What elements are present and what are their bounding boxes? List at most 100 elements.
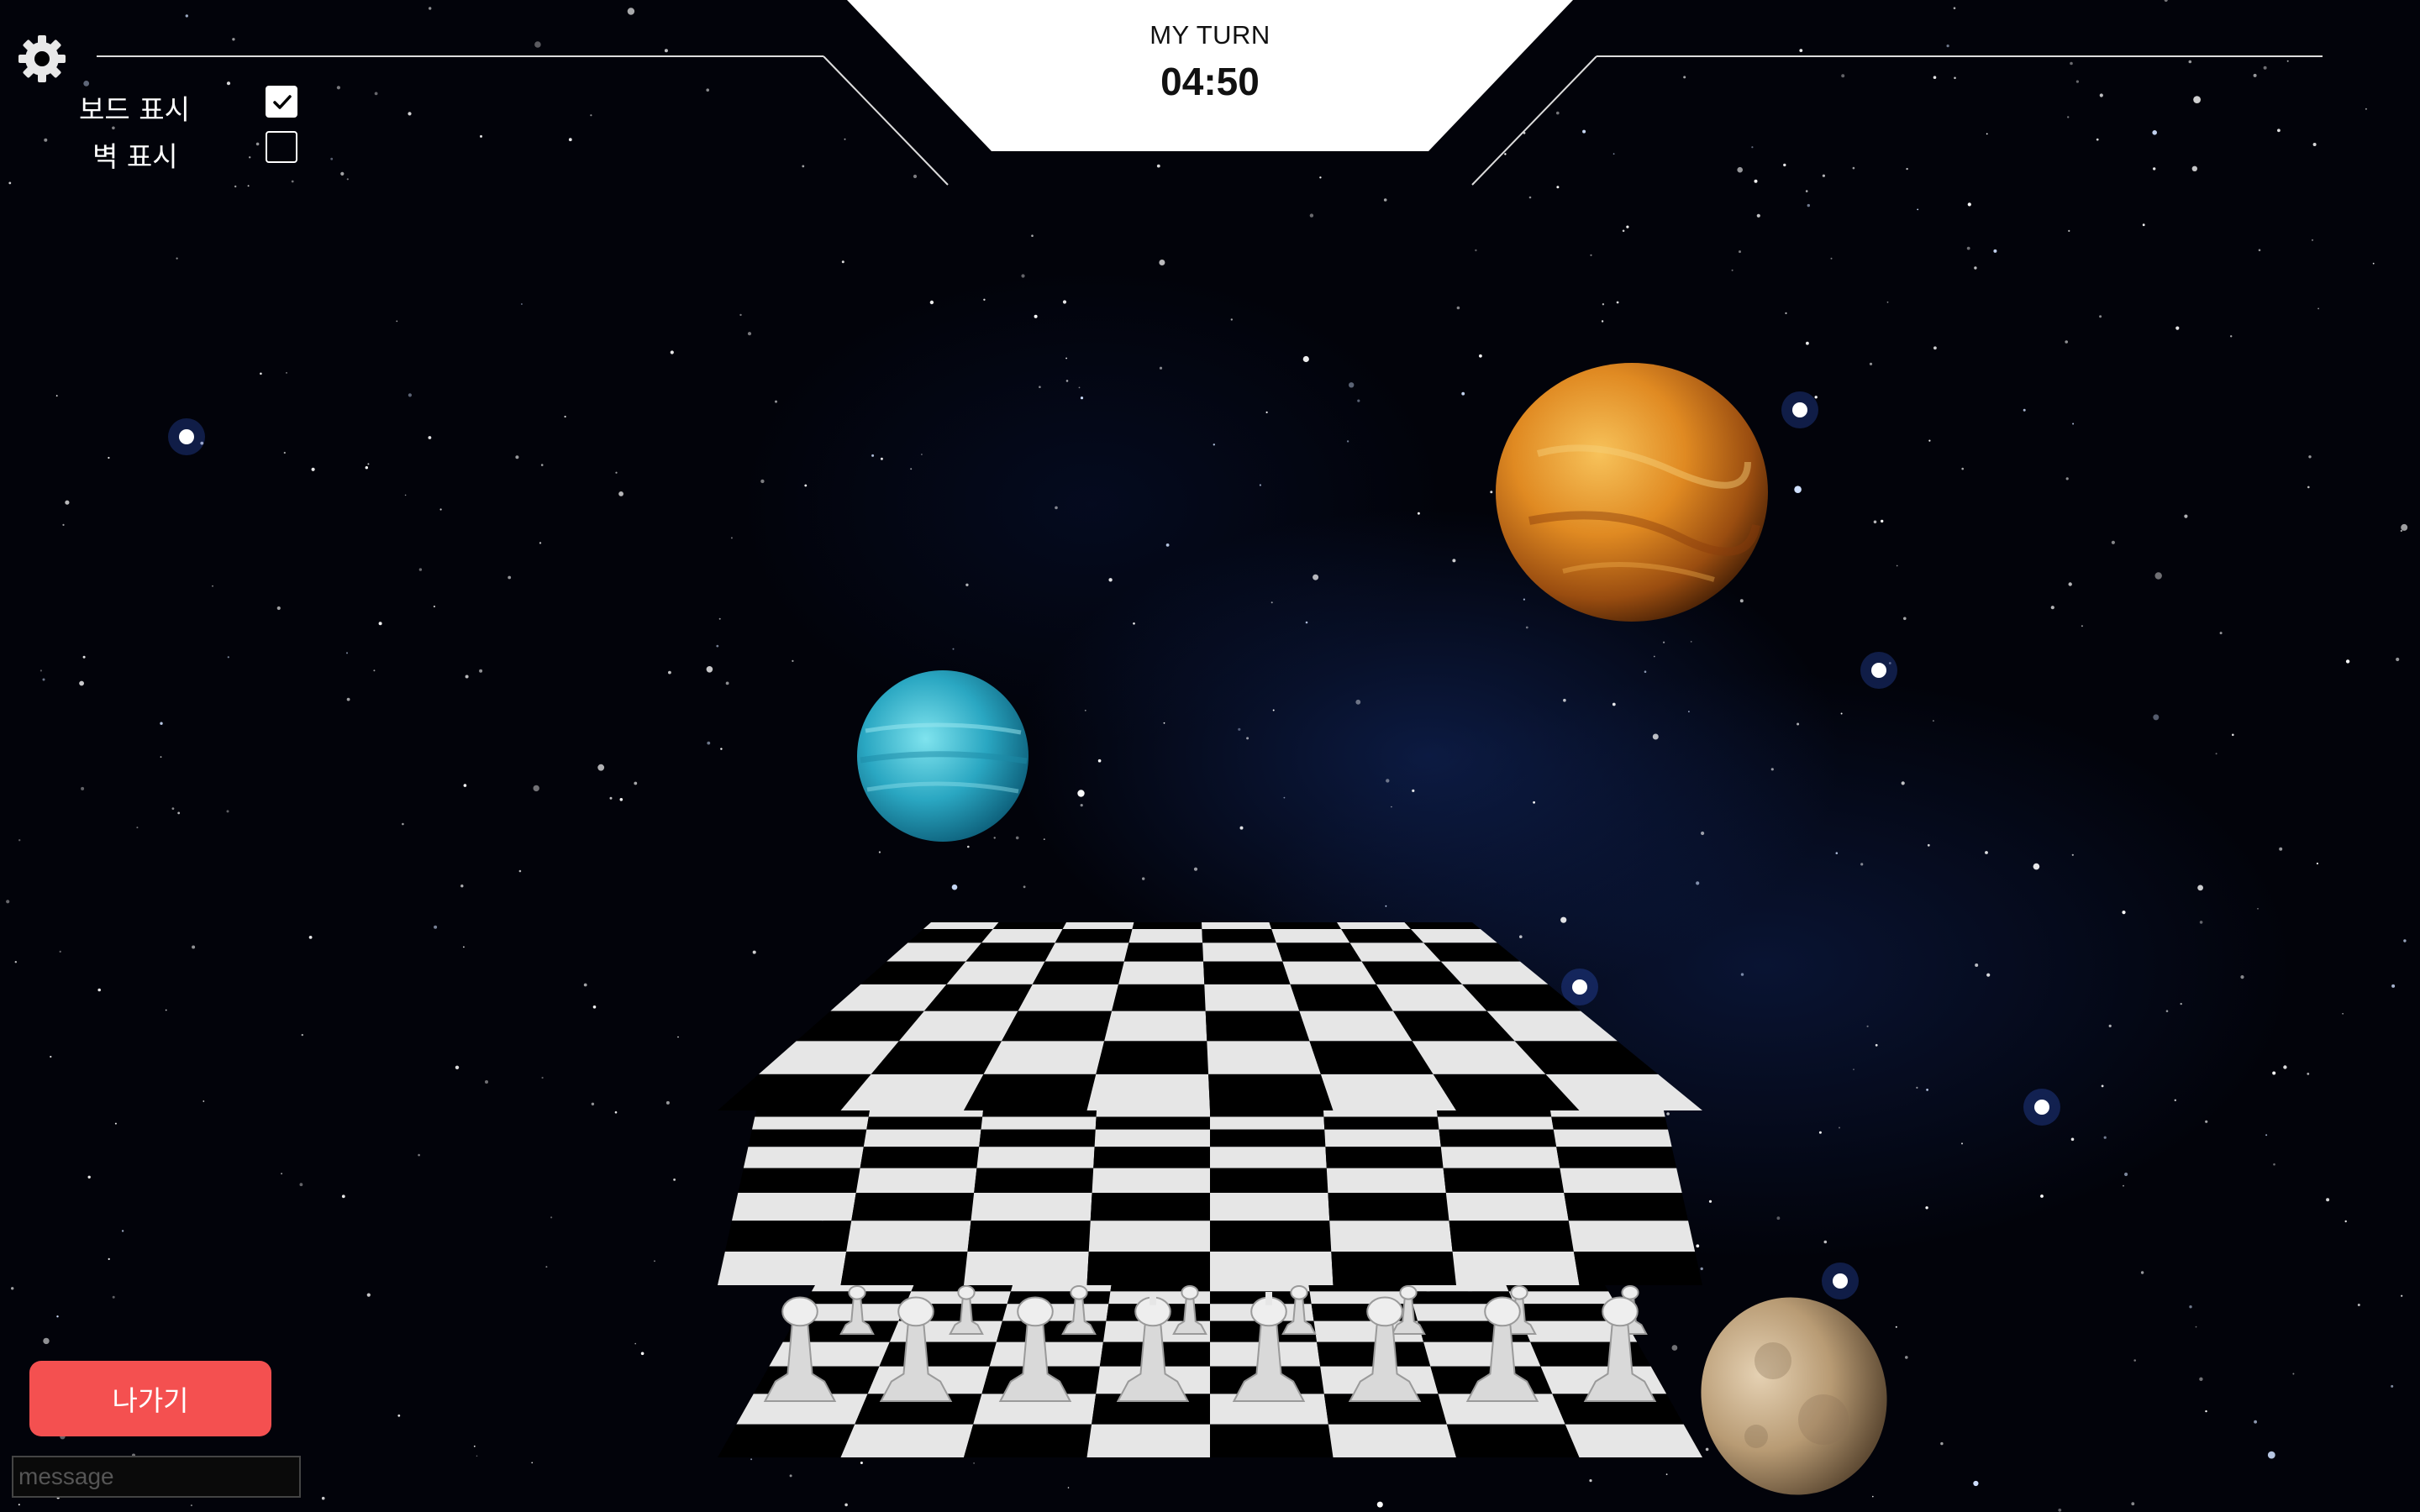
board-square[interactable] bbox=[755, 1110, 870, 1117]
board-square[interactable] bbox=[1437, 1110, 1552, 1117]
board-square[interactable] bbox=[1269, 922, 1342, 930]
board-square[interactable] bbox=[1118, 961, 1205, 984]
board-square[interactable] bbox=[1086, 1074, 1211, 1110]
board-square[interactable] bbox=[868, 1110, 983, 1117]
board-square[interactable] bbox=[718, 1251, 847, 1285]
board-square[interactable] bbox=[769, 1341, 890, 1367]
board-square[interactable] bbox=[1202, 942, 1283, 962]
board-square[interactable] bbox=[1044, 942, 1129, 962]
board-square[interactable] bbox=[1341, 929, 1424, 943]
board-square[interactable] bbox=[1328, 1193, 1449, 1221]
board-square[interactable] bbox=[1010, 1285, 1112, 1292]
board-square[interactable] bbox=[981, 929, 1063, 943]
board-square[interactable] bbox=[1440, 1147, 1560, 1168]
board-square[interactable] bbox=[1204, 984, 1300, 1011]
board-square[interactable] bbox=[1208, 1074, 1334, 1110]
board-square[interactable] bbox=[981, 1116, 1097, 1130]
board-square[interactable] bbox=[1202, 929, 1276, 943]
board-square[interactable] bbox=[1090, 1193, 1210, 1221]
chess-board-stack[interactable] bbox=[0, 0, 2420, 1512]
board-square[interactable] bbox=[1446, 1424, 1580, 1457]
board-square[interactable] bbox=[1032, 961, 1124, 984]
board-square[interactable] bbox=[863, 1129, 981, 1147]
board-layer[interactable] bbox=[718, 922, 1702, 1110]
board-square[interactable] bbox=[1088, 1221, 1210, 1252]
board-square[interactable] bbox=[1337, 922, 1411, 930]
board-layer[interactable] bbox=[718, 1285, 1702, 1457]
board-square[interactable] bbox=[976, 1147, 1095, 1168]
board-square[interactable] bbox=[1443, 1168, 1565, 1194]
board-square[interactable] bbox=[1207, 1041, 1321, 1074]
board-square[interactable] bbox=[1276, 942, 1362, 962]
board-square[interactable] bbox=[1062, 922, 1134, 930]
show-walls-checkbox[interactable] bbox=[266, 131, 297, 163]
board-square[interactable] bbox=[718, 1424, 855, 1457]
board-square[interactable] bbox=[1328, 1424, 1456, 1457]
message-input[interactable] bbox=[12, 1456, 301, 1498]
board-square[interactable] bbox=[1282, 961, 1376, 984]
board-square[interactable] bbox=[1437, 1116, 1554, 1130]
board-square[interactable] bbox=[1203, 961, 1291, 984]
board-square[interactable] bbox=[1093, 1147, 1210, 1168]
board-square[interactable] bbox=[1404, 922, 1481, 930]
board-square[interactable] bbox=[840, 1251, 968, 1285]
board-square[interactable] bbox=[748, 1129, 867, 1147]
board-square[interactable] bbox=[1132, 922, 1202, 930]
board-square[interactable] bbox=[731, 1193, 856, 1221]
board-square[interactable] bbox=[965, 942, 1055, 962]
board-square[interactable] bbox=[1210, 1116, 1325, 1130]
board-square[interactable] bbox=[724, 1221, 852, 1252]
game-scene[interactable] bbox=[0, 0, 2420, 1512]
board-square[interactable] bbox=[1104, 1011, 1207, 1042]
board-square[interactable] bbox=[1002, 1011, 1113, 1042]
exit-button[interactable]: 나가기 bbox=[29, 1361, 271, 1436]
board-square[interactable] bbox=[1445, 1193, 1569, 1221]
board-square[interactable] bbox=[1325, 1147, 1444, 1168]
board-layer[interactable] bbox=[718, 1110, 1702, 1285]
board-square[interactable] bbox=[1331, 1251, 1456, 1285]
board-square[interactable] bbox=[1329, 1221, 1453, 1252]
board-square[interactable] bbox=[1565, 1424, 1702, 1457]
board-square[interactable] bbox=[1128, 929, 1203, 943]
board-square[interactable] bbox=[1210, 1193, 1330, 1221]
board-square[interactable] bbox=[840, 1424, 974, 1457]
board-square[interactable] bbox=[1530, 1341, 1651, 1367]
board-square[interactable] bbox=[979, 1129, 1096, 1147]
board-square[interactable] bbox=[1210, 1251, 1334, 1285]
board-square[interactable] bbox=[866, 1116, 983, 1130]
board-square[interactable] bbox=[1086, 1424, 1211, 1457]
board-square[interactable] bbox=[1096, 1110, 1210, 1117]
settings-button[interactable] bbox=[15, 32, 69, 86]
board-square[interactable] bbox=[1410, 929, 1497, 943]
board-square[interactable] bbox=[1323, 1116, 1439, 1130]
board-square[interactable] bbox=[1452, 1251, 1580, 1285]
board-square[interactable] bbox=[983, 1041, 1105, 1074]
board-square[interactable] bbox=[1553, 1129, 1672, 1147]
board-square[interactable] bbox=[982, 1110, 1097, 1117]
board-square[interactable] bbox=[1423, 1341, 1541, 1367]
board-square[interactable] bbox=[967, 1221, 1091, 1252]
board-square[interactable] bbox=[964, 1074, 1097, 1110]
board-square[interactable] bbox=[1556, 1147, 1677, 1168]
board-square[interactable] bbox=[1449, 1221, 1574, 1252]
board-square[interactable] bbox=[1095, 1116, 1210, 1130]
board-square[interactable] bbox=[1550, 1110, 1665, 1117]
board-square[interactable] bbox=[1573, 1251, 1702, 1285]
board-square[interactable] bbox=[1055, 929, 1133, 943]
board-square[interactable] bbox=[964, 1251, 1089, 1285]
board-square[interactable] bbox=[851, 1193, 975, 1221]
board-square[interactable] bbox=[1092, 1168, 1210, 1194]
board-square[interactable] bbox=[1094, 1129, 1210, 1147]
board-square[interactable] bbox=[860, 1147, 980, 1168]
board-square[interactable] bbox=[1323, 1110, 1438, 1117]
board-square[interactable] bbox=[974, 1168, 1094, 1194]
board-square[interactable] bbox=[743, 1147, 864, 1168]
board-square[interactable] bbox=[1308, 1285, 1410, 1292]
board-square[interactable] bbox=[1407, 1285, 1509, 1292]
board-square[interactable] bbox=[1202, 922, 1272, 930]
board-square[interactable] bbox=[1560, 1168, 1682, 1194]
board-square[interactable] bbox=[1210, 1424, 1334, 1457]
board-square[interactable] bbox=[1551, 1116, 1669, 1130]
board-square[interactable] bbox=[1210, 1129, 1326, 1147]
board-square[interactable] bbox=[1210, 1221, 1332, 1252]
